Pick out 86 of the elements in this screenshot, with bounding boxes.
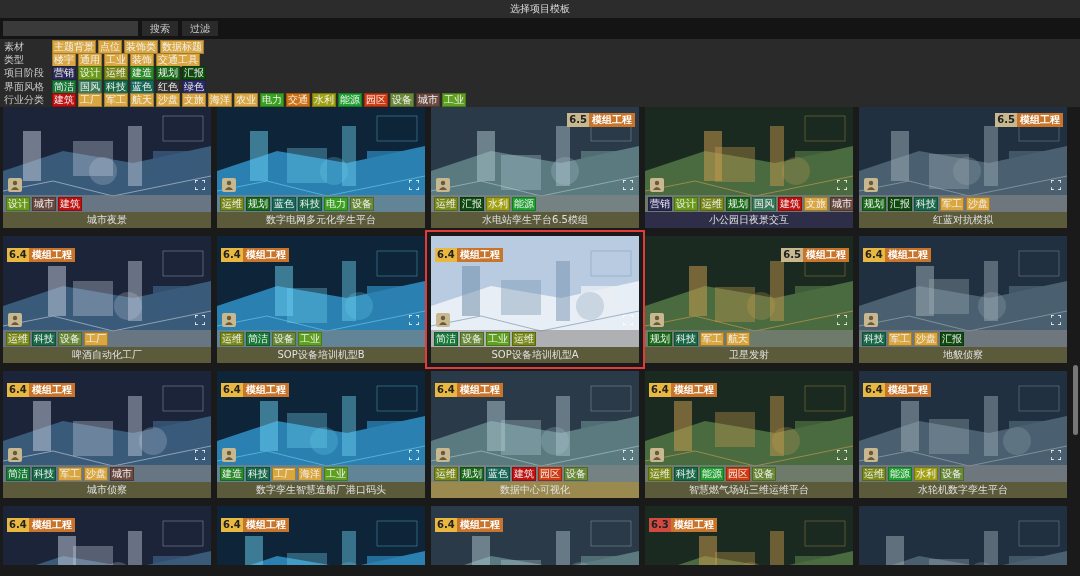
card-title[interactable]: 地貌侦察 <box>859 347 1067 363</box>
template-card[interactable]: 6.4 模组工程 <box>431 506 639 565</box>
expand-icon[interactable] <box>409 315 419 325</box>
template-card[interactable]: 6.5 模组工程 规划 科技 军工 航天 卫星发射 <box>645 236 853 363</box>
person-icon[interactable] <box>650 178 664 192</box>
person-icon[interactable] <box>222 178 236 192</box>
person-icon[interactable] <box>864 313 878 327</box>
search-button[interactable]: 搜索 <box>142 21 178 36</box>
template-card[interactable]: 6.5 模组工程 规划 汇报 科技 军工 沙盘 红蓝对抗模拟 <box>859 107 1067 228</box>
tag[interactable]: 建造 <box>130 66 154 81</box>
person-icon[interactable] <box>436 313 450 327</box>
person-icon[interactable] <box>222 313 236 327</box>
expand-icon[interactable] <box>195 180 205 190</box>
filter-label: 行业分类 <box>4 93 45 108</box>
tag[interactable]: 设计 <box>78 66 102 81</box>
person-icon[interactable] <box>864 448 878 462</box>
tag[interactable]: 交通 <box>286 93 310 108</box>
filter-label: 素材 <box>4 39 25 54</box>
expand-icon[interactable] <box>837 315 847 325</box>
person-icon[interactable] <box>8 313 22 327</box>
template-card[interactable]: 6.3 模组工程 <box>645 506 853 565</box>
card-title[interactable]: 水电站孪生平台6.5模组 <box>431 212 639 228</box>
person-icon[interactable] <box>8 178 22 192</box>
person-icon[interactable] <box>650 448 664 462</box>
card-title[interactable]: 小公园日夜景交互 <box>645 212 853 228</box>
template-card[interactable]: 运维 规划 蓝色 科技 电力 设备 数字电网多元化孪生平台 <box>217 107 425 228</box>
window-title: 选择项目模板 <box>510 2 570 16</box>
template-card[interactable]: 设计 城市 建筑 城市夜景 <box>3 107 211 228</box>
tag[interactable]: 运维 <box>104 66 128 81</box>
template-card[interactable]: 6.4 模组工程 简洁 科技 军工 沙盘 城市 城市侦察 <box>3 371 211 498</box>
person-icon[interactable] <box>650 313 664 327</box>
card-title[interactable]: 数字孪生智慧造船厂港口码头 <box>217 482 425 498</box>
tag[interactable]: 规划 <box>156 66 180 81</box>
person-icon[interactable] <box>436 448 450 462</box>
template-card[interactable]: 6.4 模组工程 运维 科技 设备 工厂 啤酒自动化工厂 <box>3 236 211 363</box>
template-card[interactable]: 6.4 模组工程 <box>3 506 211 565</box>
card-title[interactable]: 啤酒自动化工厂 <box>3 347 211 363</box>
card-title[interactable]: SOP设备培训机型B <box>217 347 425 363</box>
person-icon[interactable] <box>222 448 236 462</box>
card-title[interactable]: 智慧燃气场站三维运维平台 <box>645 482 853 498</box>
tag[interactable]: 建筑 <box>52 93 76 108</box>
card-title[interactable]: 城市夜景 <box>3 212 211 228</box>
template-card[interactable]: 营销 设计 运维 规划 国风 建筑 文旅 城市 小公园日夜景交互 <box>645 107 853 228</box>
template-card[interactable]: 6.4 模组工程 <box>217 506 425 565</box>
tag[interactable]: 能源 <box>338 93 362 108</box>
tag[interactable]: 电力 <box>260 93 284 108</box>
card-title[interactable]: 卫星发射 <box>645 347 853 363</box>
search-field[interactable] <box>3 21 138 36</box>
scrollbar-thumb[interactable] <box>1073 365 1078 435</box>
expand-icon[interactable] <box>623 450 633 460</box>
template-card[interactable]: 6.4 模组工程 科技 军工 沙盘 汇报 地貌侦察 <box>859 236 1067 363</box>
expand-icon[interactable] <box>409 450 419 460</box>
expand-icon[interactable] <box>837 180 847 190</box>
tag[interactable]: 工业 <box>442 93 466 108</box>
filter-label: 类型 <box>4 53 25 68</box>
template-card[interactable]: 6.4 模组工程 运维 能源 水利 设备 水轮机数字孪生平台 <box>859 371 1067 498</box>
card-title[interactable]: SOP设备培训机型A <box>431 347 639 363</box>
card-title[interactable]: 水轮机数字孪生平台 <box>859 482 1067 498</box>
expand-icon[interactable] <box>1051 450 1061 460</box>
template-card[interactable]: 6.4 模组工程 简洁 设备 工业 运维 SOP设备培训机型A <box>431 236 639 363</box>
template-card[interactable]: 6.4 模组工程 运维 规划 蓝色 建筑 园区 设备 数据中心可视化 <box>431 371 639 498</box>
template-card[interactable]: 6.4 模组工程 建造 科技 工厂 海洋 工业 数字孪生智慧造船厂港口码头 <box>217 371 425 498</box>
expand-icon[interactable] <box>195 315 205 325</box>
tag[interactable]: 设备 <box>390 93 414 108</box>
expand-icon[interactable] <box>195 450 205 460</box>
template-card[interactable]: 6.4 模组工程 运维 科技 能源 园区 设备 智慧燃气场站三维运维平台 <box>645 371 853 498</box>
filter-button[interactable]: 过滤 <box>182 21 218 36</box>
filter-label: 界面风格 <box>4 79 45 94</box>
expand-icon[interactable] <box>409 180 419 190</box>
tag[interactable]: 城市 <box>416 93 440 108</box>
expand-icon[interactable] <box>623 180 633 190</box>
person-icon[interactable] <box>436 178 450 192</box>
tag[interactable]: 汇报 <box>182 66 206 81</box>
card-title[interactable]: 城市侦察 <box>3 482 211 498</box>
expand-icon[interactable] <box>1051 180 1061 190</box>
filter-label: 项目阶段 <box>4 66 45 81</box>
expand-icon[interactable] <box>837 450 847 460</box>
card-title[interactable]: 数字电网多元化孪生平台 <box>217 212 425 228</box>
template-card[interactable]: 6.5 模组工程 运维 汇报 水利 能源 水电站孪生平台6.5模组 <box>431 107 639 228</box>
tag[interactable]: 营销 <box>52 66 76 81</box>
person-icon[interactable] <box>8 448 22 462</box>
template-card[interactable]: 6.4 模组工程 运维 简洁 设备 工业 SOP设备培训机型B <box>217 236 425 363</box>
card-title[interactable]: 红蓝对抗模拟 <box>859 212 1067 228</box>
tag[interactable]: 园区 <box>364 93 388 108</box>
person-icon[interactable] <box>864 178 878 192</box>
expand-icon[interactable] <box>1051 315 1061 325</box>
